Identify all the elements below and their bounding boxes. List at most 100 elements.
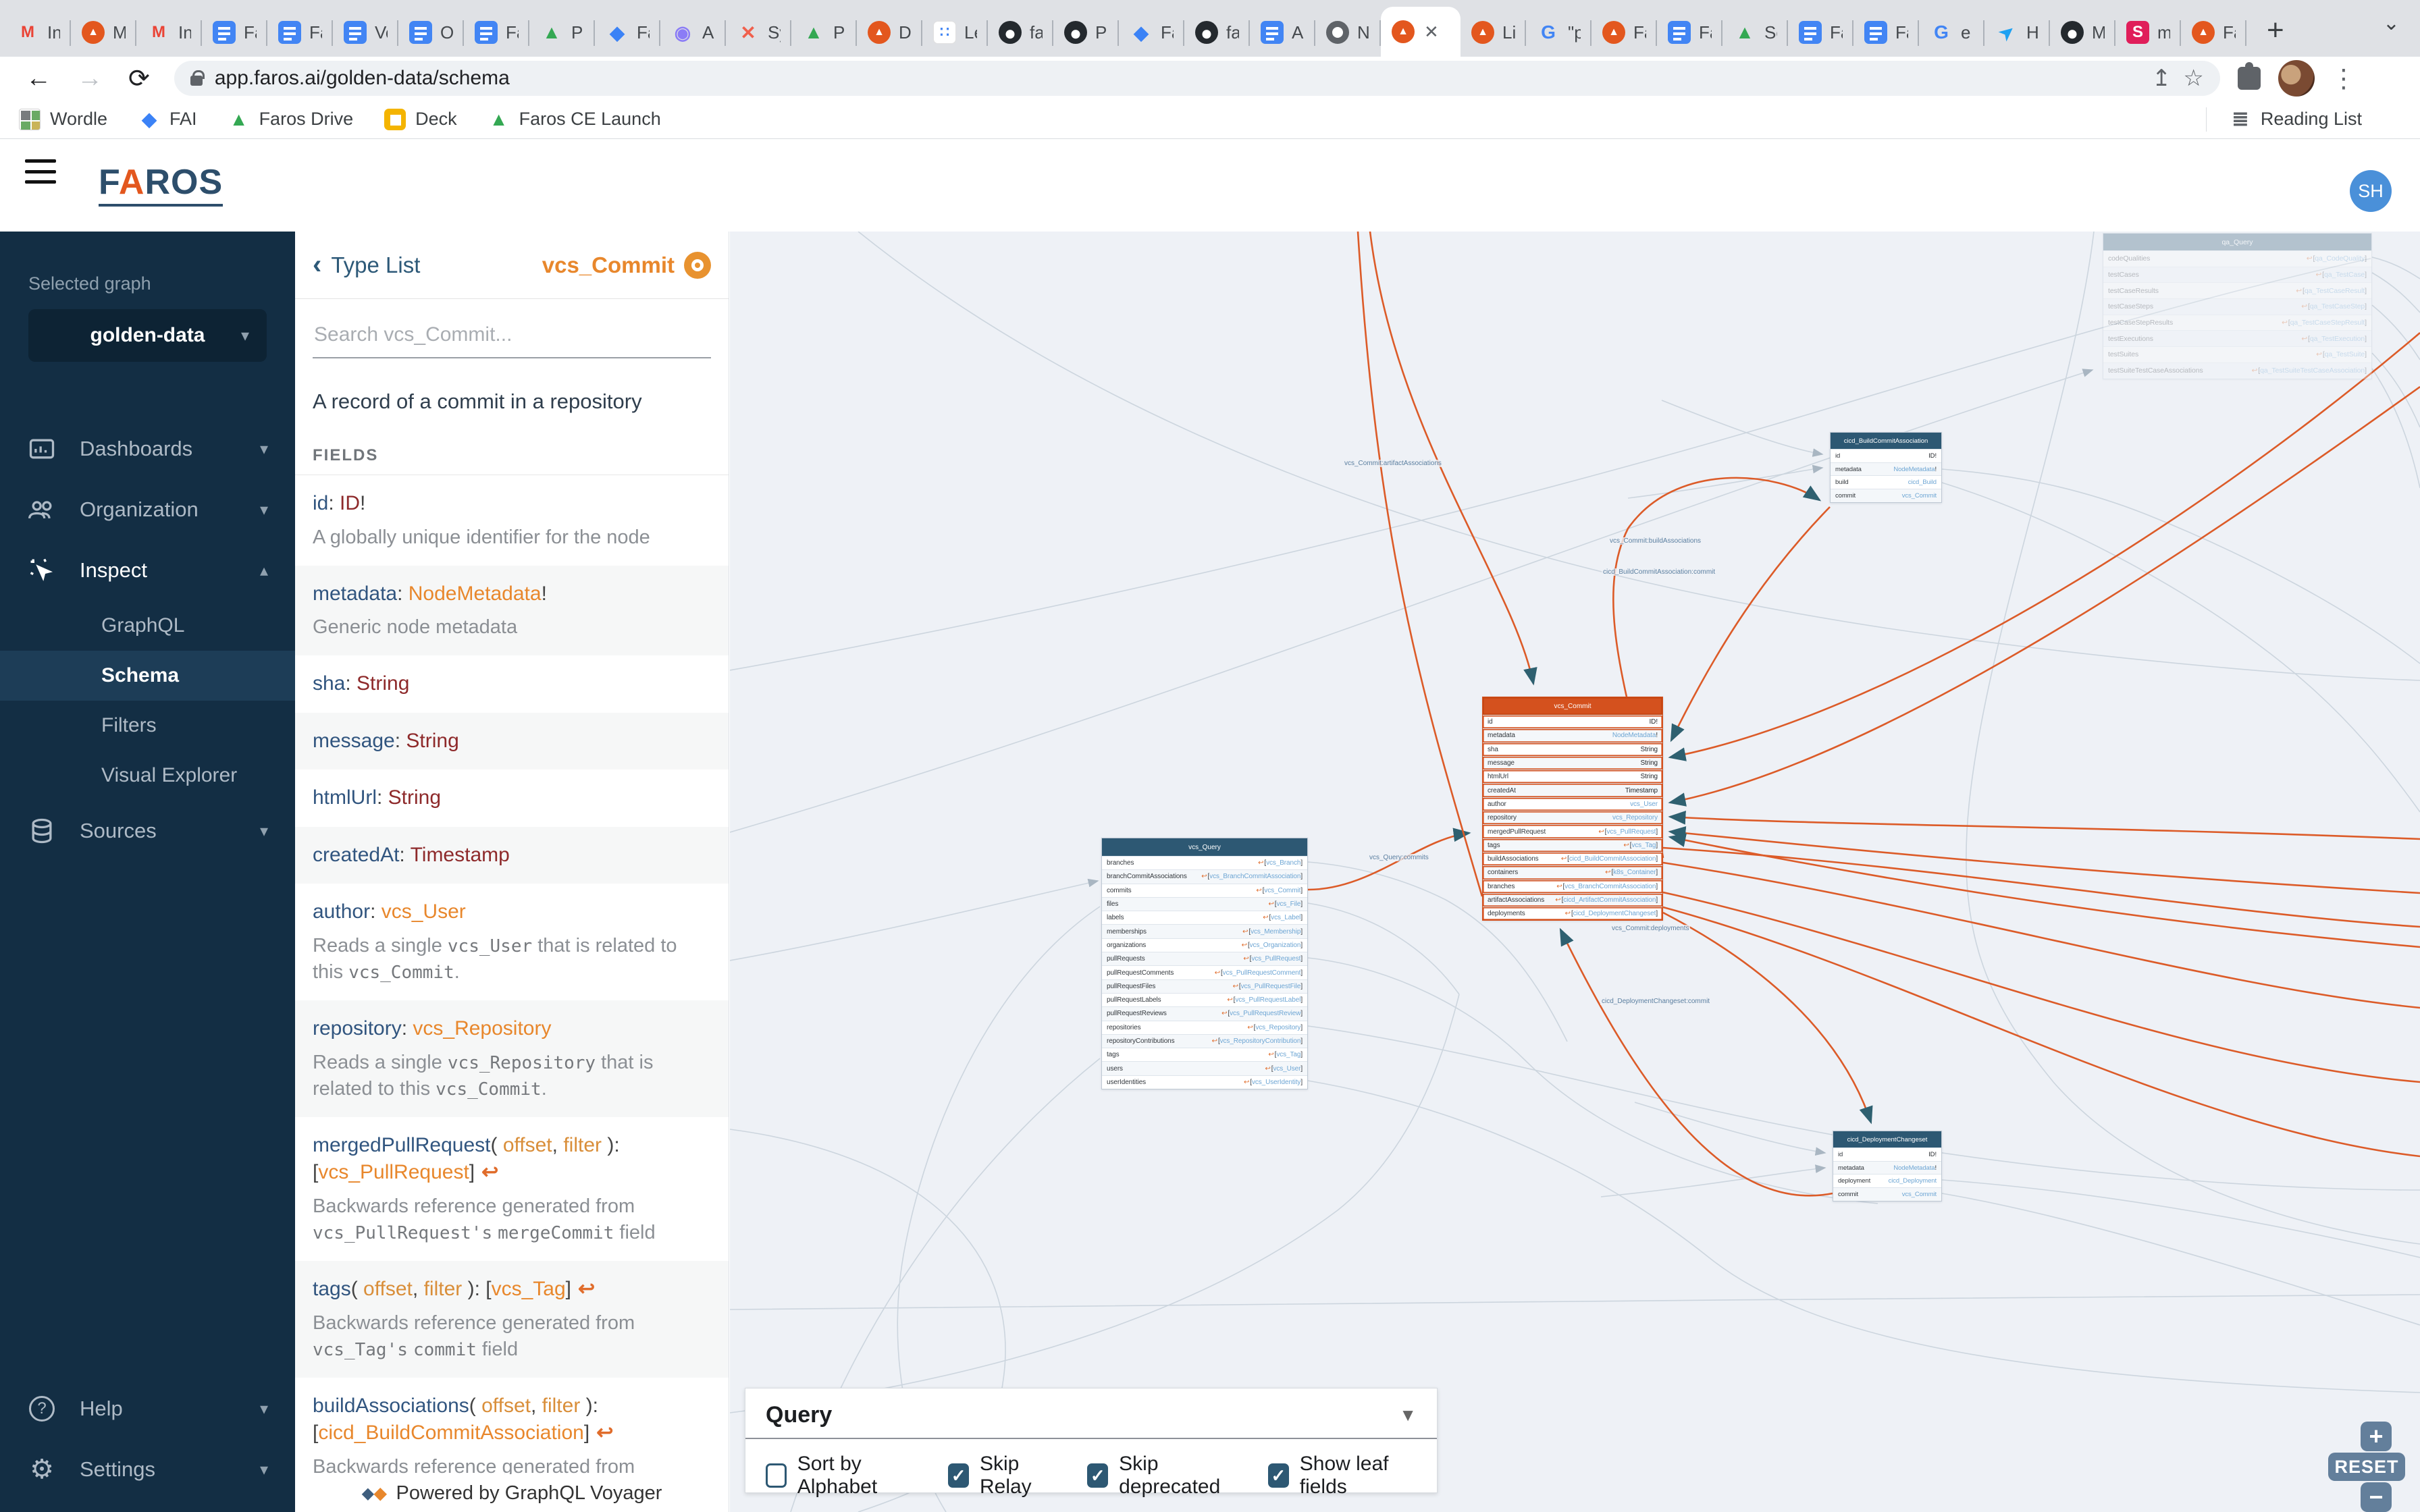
node-field-pullRequestLabels[interactable]: pullRequestLabels ↩[vcs_PullRequestLabel] (1102, 992, 1307, 1007)
browser-tab[interactable]: ▲ Da (857, 8, 922, 57)
node-field-userIdentities[interactable]: userIdentities ↩[vcs_UserIdentity] (1102, 1075, 1307, 1089)
eye-icon[interactable] (684, 251, 711, 279)
node-field-createdAt[interactable]: createdAt Timestamp (1483, 783, 1662, 797)
browser-tab[interactable]: ◆ Fa (595, 8, 660, 57)
browser-tab[interactable]: G "p (1526, 8, 1592, 57)
graph-node-vcs_Query[interactable]: vcs_Query branches ↩[vcs_Branch] branchComm… (1101, 838, 1308, 1090)
zoom-out-button[interactable]: − (2361, 1482, 2392, 1512)
option-skip-deprecated[interactable]: ✓ Skip deprecated (1087, 1453, 1240, 1498)
bookmark-star-icon[interactable]: ☆ (2183, 65, 2203, 92)
browser-tab[interactable]: Fa (464, 8, 529, 57)
field-row-tags[interactable]: tags( offset, filter ): [vcs_Tag] ↩ Backwa… (295, 1261, 729, 1378)
browser-tab[interactable]: ▲ Pr (529, 8, 595, 57)
node-field-htmlUrl[interactable]: htmlUrl String (1483, 770, 1662, 784)
node-field-id[interactable]: id ID! (1831, 449, 1941, 462)
bookmark-item[interactable]: ◆ FAI (138, 109, 196, 130)
node-field-pullRequestReviews[interactable]: pullRequestReviews ↩[vcs_PullRequestRevie… (1102, 1006, 1307, 1021)
browser-tab[interactable]: Ge (1919, 8, 1984, 57)
sidebar-item-sources[interactable]: Sources ▾ (0, 801, 295, 861)
browser-tab[interactable]: fa (1184, 8, 1250, 57)
browser-tab[interactable]: ▲ Pl (791, 8, 857, 57)
zoom-in-button[interactable]: + (2361, 1422, 2392, 1451)
browser-tab[interactable]: N (1315, 8, 1381, 57)
graph-node-cicd_BuildCommitAssociation[interactable]: cicd_BuildCommitAssociation id ID! metadata… (1830, 432, 1942, 503)
browser-tab[interactable]: ▲ Fa (1592, 8, 1657, 57)
sidebar-subitem-filters[interactable]: Filters (0, 701, 295, 751)
field-row-author[interactable]: author: vcs_User Reads a single vcs_User … (295, 884, 729, 1000)
browser-tab[interactable]: ➤ H (1984, 8, 2050, 57)
node-field-codeQualities[interactable]: codeQualities ↩[qa_CodeQuality] (2103, 250, 2371, 267)
browser-tab[interactable]: ▲ Fa (2181, 8, 2246, 57)
node-field-pullRequestFiles[interactable]: pullRequestFiles ↩[vcs_PullRequestFile] (1102, 979, 1307, 993)
node-title[interactable]: cicd_DeploymentChangeset (1833, 1131, 1941, 1148)
browser-tab[interactable]: Fa (1788, 8, 1853, 57)
browser-tab[interactable]: Pu (1053, 8, 1119, 57)
node-field-branchCommitAssociations[interactable]: branchCommitAssociations ↩[vcs_BranchComm… (1102, 869, 1307, 884)
node-field-pullRequestComments[interactable]: pullRequestComments ↩[vcs_PullRequestComm… (1102, 965, 1307, 979)
node-field-repositories[interactable]: repositories ↩[vcs_Repository] (1102, 1020, 1307, 1034)
field-row-mergedPullRequest[interactable]: mergedPullRequest( offset, filter ): [vc… (295, 1117, 729, 1261)
bookmark-item[interactable]: ▲ Faros CE Launch (488, 109, 661, 130)
node-field-mergedPullRequest[interactable]: mergedPullRequest ↩[vcs_PullRequest] (1483, 824, 1662, 838)
node-field-artifactAssociations[interactable]: artifactAssociations ↩[cicd_ArtifactCommi… (1483, 892, 1662, 907)
node-field-commits[interactable]: commits ↩[vcs_Commit] (1102, 883, 1307, 897)
browser-tab[interactable]: O (398, 8, 464, 57)
node-field-buildAssociations[interactable]: buildAssociations ↩[cicd_BuildCommitAssoc… (1483, 851, 1662, 866)
checkbox-icon[interactable]: ✓ (948, 1463, 969, 1488)
node-field-id[interactable]: id ID! (1833, 1148, 1941, 1161)
node-field-message[interactable]: message String (1483, 755, 1662, 770)
browser-tab-active[interactable]: ▲ ✕ (1381, 7, 1461, 57)
sidebar-item-help[interactable]: ? Help ▾ (0, 1378, 295, 1439)
faros-logo[interactable]: FAROS (99, 162, 223, 207)
node-field-commit[interactable]: commit vcs_Commit (1833, 1187, 1941, 1201)
new-tab-button[interactable]: + (2267, 14, 2284, 47)
browser-tab[interactable]: ▲ Li (1461, 8, 1526, 57)
checkbox-icon[interactable]: ✓ (1268, 1463, 1289, 1488)
browser-tab[interactable]: M In (136, 8, 202, 57)
back-icon[interactable]: ← (26, 64, 51, 93)
browser-tab[interactable]: fa (988, 8, 1053, 57)
extensions-icon[interactable] (2237, 62, 2261, 90)
browser-tab[interactable]: ▲ Sc (1722, 8, 1788, 57)
browser-tab[interactable]: ◉ Ai (660, 8, 726, 57)
browser-profile-avatar[interactable] (2278, 60, 2315, 97)
browser-menu-icon[interactable]: ⋮ (2331, 63, 2357, 94)
browser-tab[interactable]: ∷ Le (922, 8, 988, 57)
option-skip-relay[interactable]: ✓ Skip Relay (948, 1453, 1059, 1498)
sidebar-subitem-graphql[interactable]: GraphQL (0, 601, 295, 651)
graph-node-qa_Query[interactable]: qa_Query codeQualities ↩[qa_CodeQuality]te… (2103, 233, 2372, 379)
browser-tab[interactable]: ▲ M (71, 8, 136, 57)
browser-tab[interactable]: Fa (1853, 8, 1919, 57)
sidebar-item-dashboards[interactable]: Dashboards ▾ (0, 418, 295, 479)
checkbox-icon[interactable]: ✓ (1087, 1463, 1109, 1488)
node-field-branches[interactable]: branches ↩[vcs_Branch] (1102, 856, 1307, 870)
node-field-testCaseStepResults[interactable]: testCaseStepResults ↩[qa_TestCaseStepResu… (2103, 314, 2371, 331)
node-title[interactable]: vcs_Commit (1483, 697, 1662, 715)
option-show-leaf-fields[interactable]: ✓ Show leaf fields (1268, 1453, 1417, 1498)
browser-tab[interactable]: Ve (333, 8, 398, 57)
node-field-metadata[interactable]: metadata NodeMetadata! (1831, 462, 1941, 476)
browser-tab[interactable]: M In (5, 8, 71, 57)
node-field-testSuites[interactable]: testSuites ↩[qa_TestSuite] (2103, 346, 2371, 362)
field-row-htmlUrl[interactable]: htmlUrl: String (295, 770, 729, 827)
search-input[interactable] (313, 319, 711, 358)
browser-tab[interactable]: ✕ Sy (726, 8, 791, 57)
schema-graph-canvas[interactable]: vcs_Query branches ↩[vcs_Branch] branchComm… (730, 232, 2420, 1512)
browser-tab[interactable]: M (2050, 8, 2115, 57)
bookmark-item[interactable]: Wordle (19, 108, 107, 130)
sidebar-subitem-visual-explorer[interactable]: Visual Explorer (0, 751, 295, 801)
field-row-repository[interactable]: repository: vcs_Repository Reads a single… (295, 1000, 729, 1117)
node-field-pullRequests[interactable]: pullRequests ↩[vcs_PullRequest] (1102, 952, 1307, 966)
node-field-branches[interactable]: branches ↩[vcs_BranchCommitAssociation] (1483, 879, 1662, 893)
hamburger-menu-icon[interactable] (25, 159, 56, 184)
field-row-metadata[interactable]: metadata: NodeMetadata! Generic node meta… (295, 565, 729, 656)
node-field-containers[interactable]: containers ↩[k8s_Container] (1483, 865, 1662, 880)
field-row-id[interactable]: id: ID! A globally unique identifier for … (295, 475, 729, 566)
node-field-repository[interactable]: repository vcs_Repository (1483, 811, 1662, 825)
reading-list-button[interactable]: ≣ Reading List (2205, 107, 2389, 132)
graph-node-vcs_Commit[interactable]: vcs_Commit id ID! metadata NodeMetadata! sha S… (1482, 697, 1663, 921)
field-row-sha[interactable]: sha: String (295, 655, 729, 713)
node-field-testSuiteTestCaseAssociations[interactable]: testSuiteTestCaseAssociations ↩[qa_TestSu… (2103, 362, 2371, 379)
node-title[interactable]: qa_Query (2103, 234, 2371, 250)
share-icon[interactable]: ↥ (2152, 65, 2172, 92)
